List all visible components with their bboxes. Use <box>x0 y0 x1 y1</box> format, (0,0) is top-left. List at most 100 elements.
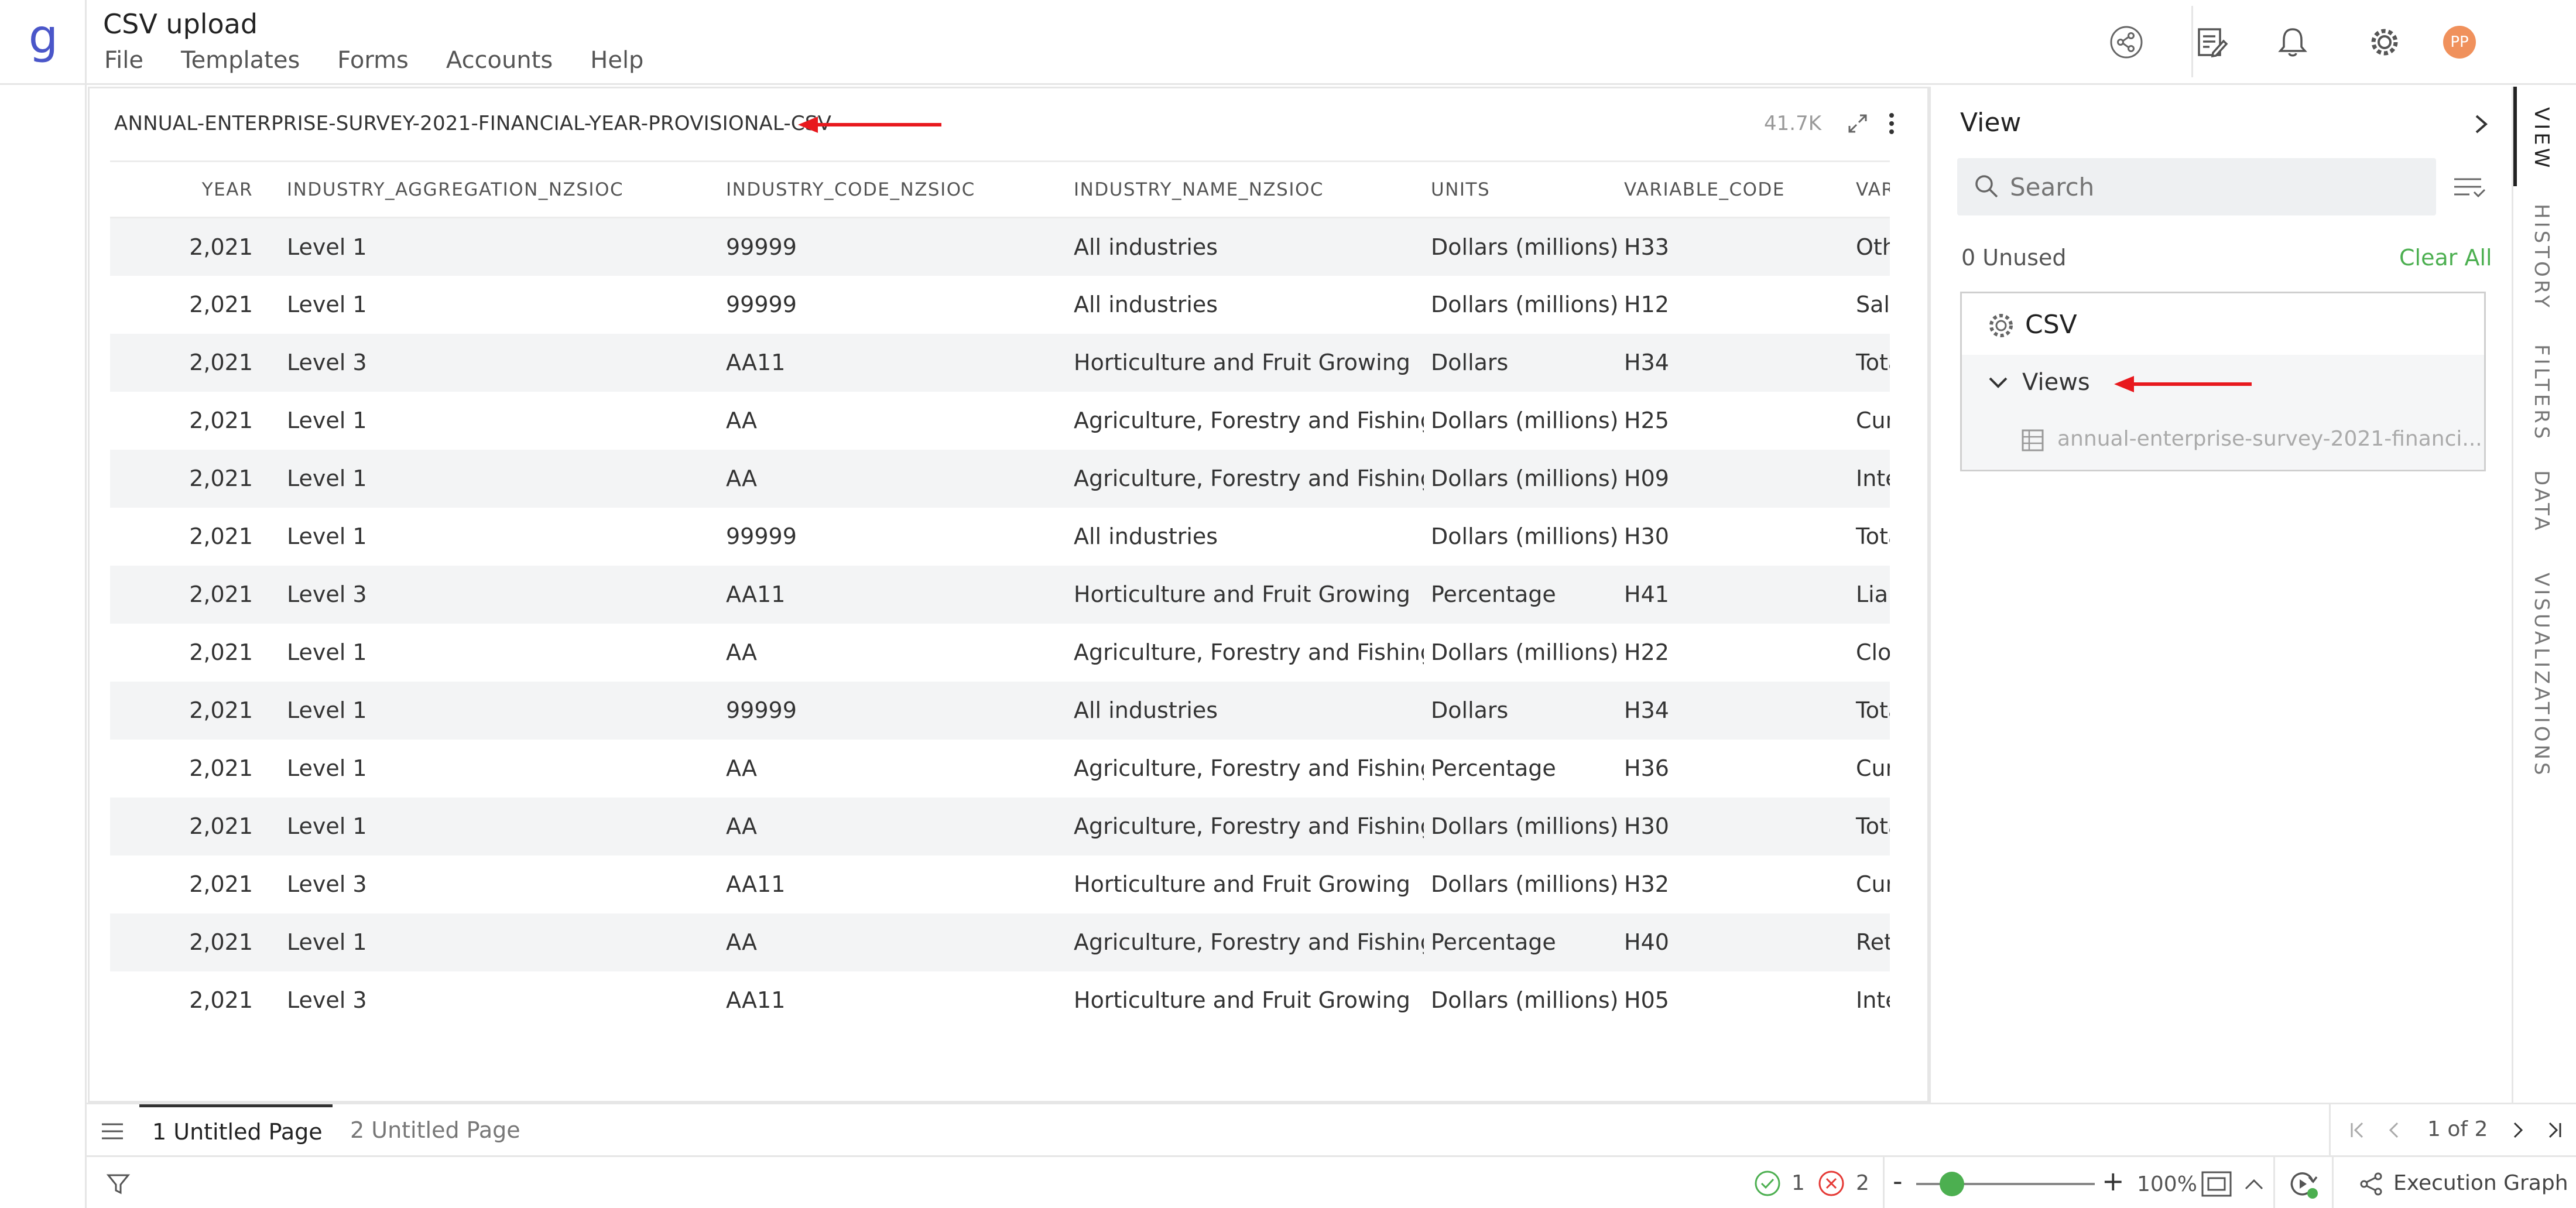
menu-templates[interactable]: Templates <box>181 47 300 74</box>
zoom-in-button[interactable]: + <box>2102 1165 2125 1197</box>
tree-group-label: Views <box>2022 369 2090 396</box>
search-input[interactable] <box>2010 172 2420 201</box>
left-rail: g <box>0 0 87 1208</box>
zoom-level: 100% <box>2137 1172 2197 1196</box>
table-row[interactable]: 2,021 Level 3 AA11 Horticulture and Fruit G… <box>110 333 1890 392</box>
tab-history[interactable]: HISTORY <box>2530 204 2553 310</box>
success-check-icon[interactable] <box>1753 1169 1782 1198</box>
cell-industry-code: AA <box>726 639 758 665</box>
table-row[interactable]: 2,021 Level 1 AA Agriculture, Forestry and … <box>110 797 1890 855</box>
zoom-out-button[interactable]: - <box>1893 1165 1903 1197</box>
cell-industry-aggregation: Level 1 <box>280 449 719 508</box>
column-header-units[interactable]: UNITS <box>1424 160 1617 218</box>
tree-root-csv[interactable]: CSV <box>2025 310 2077 340</box>
execution-graph-button[interactable]: Execution Graph <box>2393 1171 2568 1195</box>
cell-variable-code: H05 <box>1624 987 1669 1013</box>
annotation-arrow <box>2114 372 2255 396</box>
table-row[interactable]: 2,021 Level 1 99999 All industries Dollars (… <box>110 508 1890 566</box>
cell-variable-name: Closing <box>1856 639 1890 665</box>
page-tab-2[interactable]: 2 Untitled Page <box>350 1117 520 1143</box>
tab-filters[interactable]: FILTERS <box>2530 344 2553 442</box>
cell-industry-name: Horticulture and Fruit Growing <box>1067 333 1424 392</box>
cell-variable-name: Total <box>1849 333 1890 392</box>
cell-units: Dollars <box>1424 333 1617 392</box>
unused-count: 0 Unused <box>1961 245 2067 271</box>
run-refresh-icon[interactable] <box>2287 1168 2320 1200</box>
first-page-icon[interactable] <box>2346 1118 2369 1142</box>
column-header-industry-code[interactable]: INDUSTRY_CODE_NZSIOC <box>719 160 1067 218</box>
menu-forms[interactable]: Forms <box>337 47 409 74</box>
cell-industry-name: Agriculture, Forestry and Fishing <box>1074 639 1424 665</box>
cell-units: Dollars (millions) <box>1431 292 1617 317</box>
menu-help[interactable]: Help <box>590 47 643 74</box>
table-row[interactable]: 2,021 Level 1 99999 All industries Dollars (… <box>110 276 1890 334</box>
fit-screen-icon[interactable] <box>2200 1170 2233 1198</box>
column-header-year[interactable]: YEAR <box>110 160 280 218</box>
column-header-industry-aggregation[interactable]: INDUSTRY_AGGREGATION_NZSIOC <box>280 160 719 218</box>
cell-variable-name: Current <box>1856 408 1890 433</box>
cell-variable-name: Total <box>1849 681 1890 740</box>
status-bar: 1 2 - + 100% Execution Graph <box>87 1155 2576 1208</box>
last-page-icon[interactable] <box>2543 1118 2566 1142</box>
table-row[interactable]: 2,021 Level 3 AA11 Horticulture and Fruit G… <box>110 565 1890 624</box>
table-row[interactable]: 2,021 Level 3 AA11 Horticulture and Fruit G… <box>110 971 1890 1029</box>
table-row[interactable]: 2,021 Level 1 AA Agriculture, Forestry and … <box>110 740 1890 798</box>
cell-industry-aggregation: Level 1 <box>287 408 367 433</box>
chevron-down-icon[interactable] <box>1985 371 2011 395</box>
filter-funnel-icon[interactable] <box>105 1171 131 1197</box>
previous-page-icon[interactable] <box>2382 1118 2406 1142</box>
table-row[interactable]: 2,021 Level 1 AA Agriculture, Forestry and … <box>110 449 1890 508</box>
next-page-icon[interactable] <box>2506 1118 2530 1142</box>
menu-accounts[interactable]: Accounts <box>446 47 553 74</box>
tab-data[interactable]: DATA <box>2530 470 2553 533</box>
tab-visualizations[interactable]: VISUALIZATIONS <box>2530 573 2553 778</box>
cell-industry-aggregation: Level 3 <box>280 333 719 392</box>
data-table-viewport[interactable]: YEAR INDUSTRY_AGGREGATION_NZSIOC INDUSTR… <box>110 160 1890 1074</box>
bell-icon[interactable] <box>2274 23 2311 61</box>
tab-view[interactable]: VIEW <box>2530 107 2553 170</box>
column-header-industry-name[interactable]: INDUSTRY_NAME_NZSIOC <box>1067 160 1424 218</box>
cell-industry-code: AA11 <box>726 871 786 897</box>
menu-file[interactable]: File <box>104 47 143 74</box>
table-row[interactable]: 2,021 Level 1 AA Agriculture, Forestry and … <box>110 624 1890 682</box>
execution-graph-icon[interactable] <box>2358 1171 2385 1197</box>
edit-notes-icon[interactable] <box>2193 23 2231 61</box>
cell-industry-name: Horticulture and Fruit Growing <box>1067 565 1424 624</box>
active-tab-indicator <box>2513 87 2517 186</box>
table-row[interactable]: 2,021 Level 1 99999 All industries Dollars H3… <box>110 681 1890 740</box>
chevron-right-icon[interactable] <box>2469 110 2493 138</box>
tree-group-views[interactable]: Views <box>1962 355 2484 411</box>
cell-variable-code: H25 <box>1624 408 1669 433</box>
table-row[interactable]: 2,021 Level 1 99999 All industries Dollars (… <box>110 217 1890 276</box>
column-header-variable-name[interactable]: VARIABLE_NAME <box>1849 160 1890 218</box>
cell-variable-code: H32 <box>1624 871 1669 897</box>
tree-item-view[interactable]: annual-enterprise-survey-2021-financi... <box>1962 410 2484 469</box>
cell-units: Dollars (millions) <box>1431 408 1617 433</box>
view-side-panel: View 0 Unused Clear All <box>1929 87 2512 1103</box>
cell-industry-code: AA <box>719 797 1067 855</box>
search-box <box>1957 158 2436 215</box>
filter-list-icon[interactable] <box>2452 173 2487 203</box>
user-avatar[interactable]: PP <box>2443 26 2476 59</box>
page-tab-1[interactable]: 1 Untitled Page <box>139 1104 333 1157</box>
cell-variable-name: Total <box>1856 523 1890 549</box>
table-row[interactable]: 2,021 Level 3 AA11 Horticulture and Fruit G… <box>110 855 1890 913</box>
chevron-up-icon[interactable] <box>2241 1171 2267 1197</box>
column-header-variable-code[interactable]: VARIABLE_CODE <box>1617 160 1849 218</box>
error-x-icon[interactable] <box>1817 1169 1846 1198</box>
cell-units: Dollars (millions) <box>1431 523 1617 549</box>
app-header: CSV upload File Templates Forms Accounts… <box>87 0 2576 85</box>
cell-industry-code: AA11 <box>726 987 786 1013</box>
hamburger-menu-icon[interactable] <box>100 1120 125 1143</box>
zoom-slider-thumb[interactable] <box>1940 1172 1964 1196</box>
share-icon[interactable] <box>2108 23 2145 61</box>
table-row[interactable]: 2,021 Level 1 AA Agriculture, Forestry and … <box>110 913 1890 971</box>
expand-icon[interactable] <box>1845 111 1871 136</box>
more-options-icon[interactable] <box>1885 109 1899 138</box>
app-logo[interactable]: g <box>0 9 87 64</box>
table-row[interactable]: 2,021 Level 1 AA Agriculture, Forestry and … <box>110 392 1890 450</box>
gear-icon[interactable] <box>2366 23 2403 61</box>
clear-all-link[interactable]: Clear All <box>2399 245 2492 271</box>
cell-industry-aggregation: Level 1 <box>280 217 719 276</box>
cell-variable-name: Return <box>1849 913 1890 971</box>
